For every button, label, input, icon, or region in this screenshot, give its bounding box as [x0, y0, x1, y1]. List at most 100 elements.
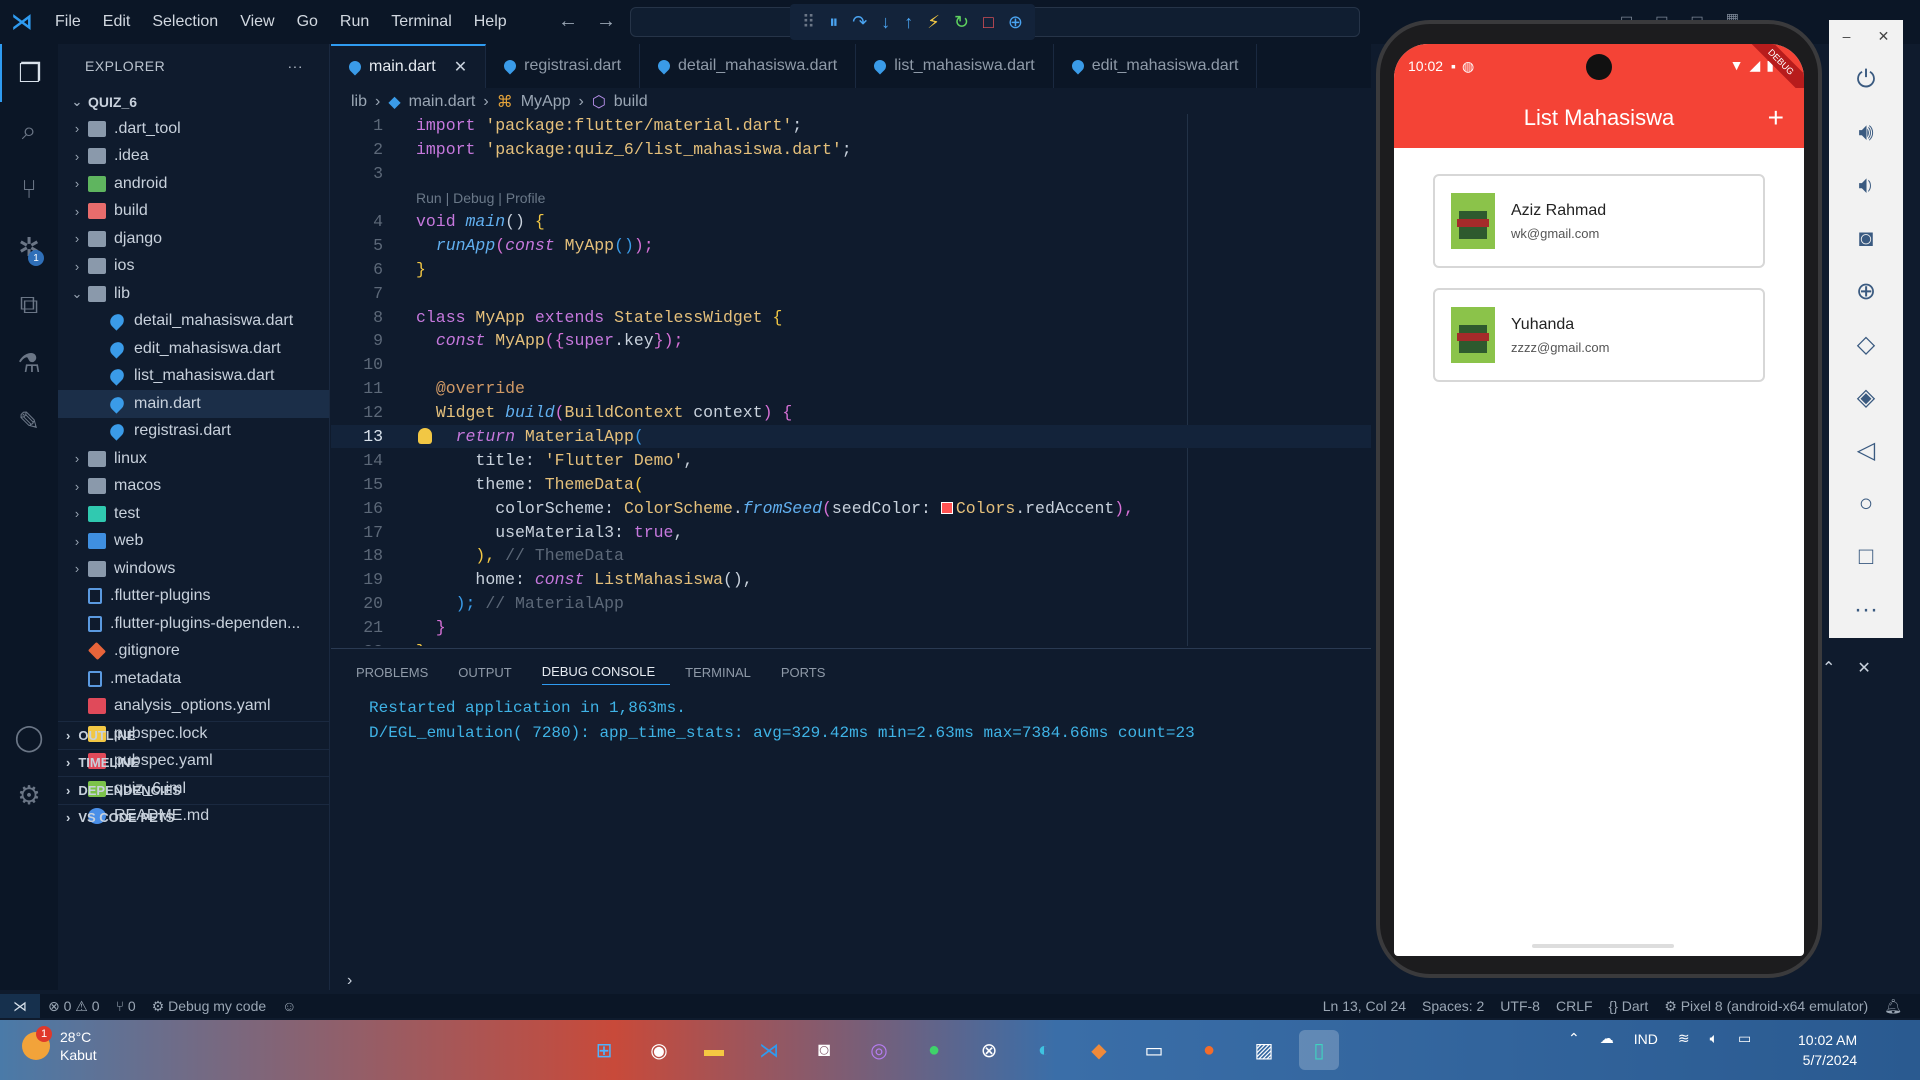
back-arrow-icon[interactable]: ←	[558, 10, 578, 33]
flutter-icon[interactable]: ✎	[0, 392, 58, 450]
student-card[interactable]: Aziz Rahmad wk@gmail.com	[1433, 174, 1765, 268]
menu-edit[interactable]: Edit	[92, 13, 142, 31]
vscode-icon[interactable]: ⋊	[749, 1030, 789, 1070]
problems-status[interactable]: ⊗ 0 ⚠ 0	[40, 998, 108, 1015]
color-swatch[interactable]	[940, 502, 953, 515]
terminal-icon[interactable]: ▭	[1134, 1030, 1174, 1070]
section-dependencies[interactable]: › DEPENDENCIES	[58, 776, 330, 804]
home-icon[interactable]: ○	[1829, 477, 1903, 530]
testing-icon[interactable]: ⚗	[0, 334, 58, 392]
codelens[interactable]: Run | Debug | Profile	[383, 190, 545, 206]
lightbulb-icon[interactable]	[418, 428, 432, 444]
forward-arrow-icon[interactable]: →	[596, 10, 616, 33]
tree-item[interactable]: list_mahasiswa.dart	[58, 363, 329, 391]
weather-widget[interactable]: 1 28°C Kabut	[22, 1026, 97, 1064]
indentation[interactable]: Spaces: 2	[1414, 998, 1492, 1015]
tree-item[interactable]: ⌄ lib	[58, 280, 329, 308]
section-outline[interactable]: › OUTLINE	[58, 721, 330, 749]
tab-edit-mahasiswa-dart[interactable]: edit_mahasiswa.dart	[1054, 44, 1258, 88]
stop-icon[interactable]: □	[983, 12, 994, 33]
tab-detail-mahasiswa-dart[interactable]: detail_mahasiswa.dart	[640, 44, 857, 88]
hot-reload-icon[interactable]: ⚡	[927, 12, 940, 33]
step-over-icon[interactable]: ↷	[852, 12, 867, 33]
menu-view[interactable]: View	[229, 13, 285, 31]
tree-item[interactable]: .flutter-plugins	[58, 583, 329, 611]
workspace-root[interactable]: ⌄ QUIZ_6	[58, 88, 329, 115]
inspect-widget-icon[interactable]: ⊕	[1008, 12, 1023, 33]
run-debug-icon[interactable]: ✲ 1	[0, 218, 58, 276]
rotate-right-icon[interactable]: ◈	[1829, 371, 1903, 424]
tree-item[interactable]: › .dart_tool	[58, 115, 329, 143]
menu-run[interactable]: Run	[329, 13, 380, 31]
pause-icon[interactable]: ⏸	[829, 12, 838, 33]
code-editor[interactable]: 1 import 'package:flutter/material.dart';…	[331, 114, 1371, 646]
tree-item[interactable]: › macos	[58, 473, 329, 501]
ports-status[interactable]: ⑂ 0	[108, 998, 144, 1014]
breadcrumb-class[interactable]: MyApp	[521, 93, 571, 111]
battery-icon[interactable]: ▭	[1738, 1030, 1751, 1047]
tree-item[interactable]: analysis_options.yaml	[58, 693, 329, 721]
app-colorful-icon[interactable]: ◆	[1079, 1030, 1119, 1070]
tab-main-dart[interactable]: main.dart ✕	[331, 44, 487, 88]
section-timeline[interactable]: › TIMELINE	[58, 748, 330, 777]
step-out-icon[interactable]: ↑	[904, 12, 913, 33]
close-icon[interactable]: ✕	[1878, 28, 1890, 45]
tree-item[interactable]: › android	[58, 170, 329, 198]
tree-item[interactable]: .gitignore	[58, 638, 329, 666]
menu-go[interactable]: Go	[286, 13, 329, 31]
overview-icon[interactable]: □	[1829, 530, 1903, 583]
console-prompt-icon[interactable]: ›	[347, 972, 352, 990]
wifi-icon[interactable]: ≋	[1678, 1030, 1690, 1047]
line-ending[interactable]: CRLF	[1548, 998, 1601, 1015]
maximize-panel-icon[interactable]: ⌃	[1822, 658, 1835, 678]
tree-item[interactable]: › linux	[58, 445, 329, 473]
cursor-position[interactable]: Ln 13, Col 24	[1315, 998, 1414, 1015]
tab-output[interactable]: OUTPUT	[458, 659, 526, 685]
breadcrumb-lib[interactable]: lib	[351, 93, 367, 111]
phone-screen[interactable]: 10:02 ▪ ◍ ▼ ◢ ▮ DEBUG List Mahasiswa + A…	[1394, 44, 1804, 956]
tree-item[interactable]: › ios	[58, 253, 329, 281]
tree-item[interactable]: .metadata	[58, 665, 329, 693]
tree-item[interactable]: › .idea	[58, 143, 329, 171]
tree-item[interactable]: registrasi.dart	[58, 418, 329, 446]
gesture-bar[interactable]	[1532, 944, 1674, 948]
device-selector[interactable]: ⚙ Pixel 8 (android-x64 emulator)	[1656, 998, 1876, 1015]
account-icon[interactable]: ◯	[0, 708, 58, 766]
source-control-icon[interactable]: ⑂	[0, 160, 58, 218]
android-emulator-icon[interactable]: ▯	[1299, 1030, 1339, 1070]
menu-file[interactable]: File	[44, 13, 92, 31]
tree-item[interactable]: › web	[58, 528, 329, 556]
language-indicator[interactable]: IND	[1634, 1031, 1658, 1047]
section-vscode-pets[interactable]: › VS CODE PETS	[58, 803, 330, 832]
tree-item[interactable]: edit_mahasiswa.dart	[58, 335, 329, 363]
rotate-left-icon[interactable]: ◇	[1829, 318, 1903, 371]
search-icon[interactable]: ⌕	[0, 102, 58, 160]
tab-problems[interactable]: PROBLEMS	[356, 659, 443, 685]
more-icon[interactable]: ···	[1829, 583, 1903, 636]
tab-ports[interactable]: PORTS	[781, 659, 841, 685]
zoom-icon[interactable]: ⊕	[1829, 265, 1903, 318]
camera-icon[interactable]: ◙	[1829, 212, 1903, 265]
close-icon[interactable]: ✕	[454, 57, 467, 77]
restart-icon[interactable]: ↻	[954, 12, 969, 33]
chevron-up-icon[interactable]: ⌃	[1568, 1030, 1580, 1047]
tree-item[interactable]: › windows	[58, 555, 329, 583]
more-actions-icon[interactable]: ···	[288, 58, 304, 74]
step-into-icon[interactable]: ↓	[881, 12, 890, 33]
tab-list-mahasiswa-dart[interactable]: list_mahasiswa.dart	[856, 44, 1054, 88]
notifications-bell-icon[interactable]: 🔔︎	[1876, 998, 1910, 1015]
tree-item[interactable]: detail_mahasiswa.dart	[58, 308, 329, 336]
tree-item[interactable]: .flutter-plugins-dependen...	[58, 610, 329, 638]
copilot-icon[interactable]: ☺	[274, 998, 304, 1014]
drag-handle-icon[interactable]: ⠿	[802, 12, 815, 33]
breadcrumb-file[interactable]: main.dart	[409, 93, 476, 111]
line-icon[interactable]: ●	[914, 1030, 954, 1070]
cloud-icon[interactable]: ☁	[1600, 1030, 1614, 1047]
volume-down-icon[interactable]: 🔉︎	[1829, 159, 1903, 212]
settings-gear-icon[interactable]: ⚙	[0, 766, 58, 824]
volume-icon[interactable]: 🔈︎	[1710, 1030, 1718, 1047]
tree-item[interactable]: main.dart	[58, 390, 329, 418]
chrome-icon[interactable]: ◉	[639, 1030, 679, 1070]
menu-terminal[interactable]: Terminal	[380, 13, 462, 31]
tree-item[interactable]: › django	[58, 225, 329, 253]
